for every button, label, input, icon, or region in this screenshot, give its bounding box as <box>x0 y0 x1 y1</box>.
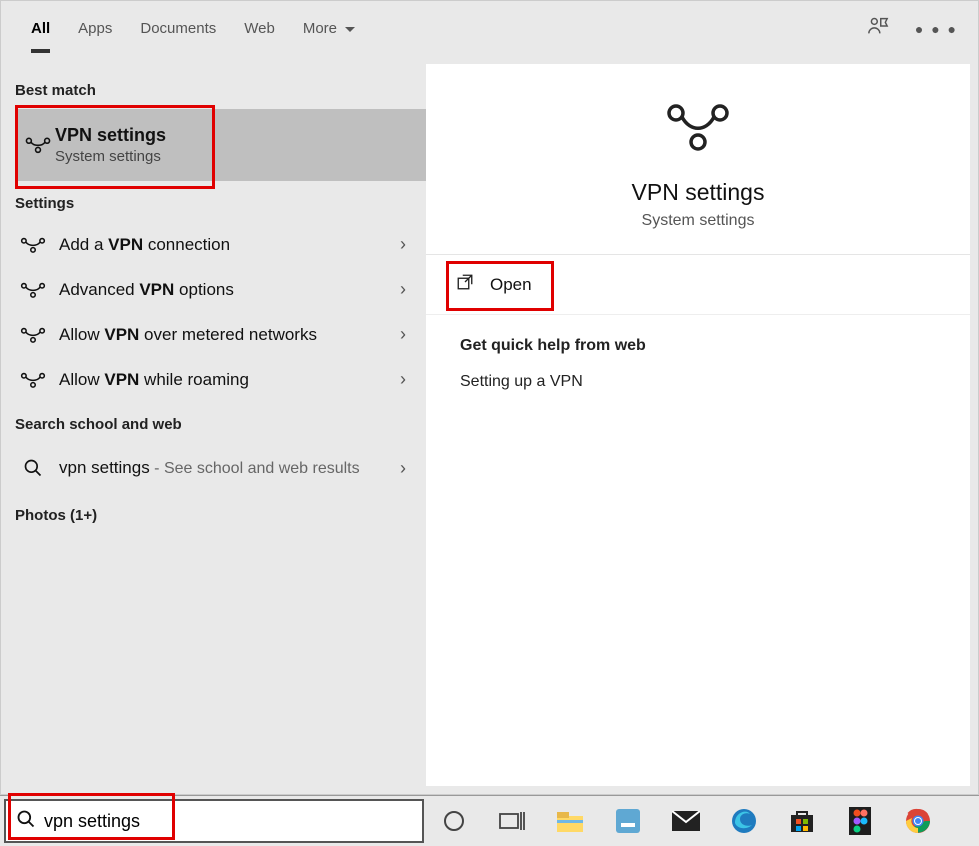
chevron-right-icon: › <box>400 369 406 390</box>
details-subtitle: System settings <box>642 212 755 230</box>
edge-icon[interactable] <box>730 807 758 835</box>
mail-icon[interactable] <box>672 807 700 835</box>
section-best-match: Best match <box>15 82 426 99</box>
vpn-icon <box>21 136 55 154</box>
results-column: Best match VPN settings System settings <box>1 56 426 794</box>
search-tabs: All Apps Documents Web More ● ● ● <box>1 1 978 56</box>
open-label: Open <box>490 275 532 295</box>
chevron-right-icon: › <box>400 458 406 479</box>
settings-item-vpn-metered[interactable]: Allow VPN over metered networks › <box>15 312 426 357</box>
tab-all[interactable]: All <box>17 14 64 43</box>
chrome-icon[interactable] <box>904 807 932 835</box>
more-options-icon[interactable]: ● ● ● <box>915 21 958 37</box>
open-icon <box>456 273 474 296</box>
web-result-item[interactable]: vpn settings - See school and web result… <box>15 443 426 493</box>
section-settings: Settings <box>15 195 426 212</box>
settings-item-add-vpn[interactable]: Add a VPN connection › <box>15 222 426 267</box>
search-input[interactable] <box>44 811 412 832</box>
best-match-result[interactable]: VPN settings System settings <box>15 109 426 181</box>
tab-apps[interactable]: Apps <box>64 14 126 43</box>
chevron-down-icon <box>345 20 355 37</box>
file-explorer-icon[interactable] <box>556 807 584 835</box>
store-icon[interactable] <box>788 807 816 835</box>
app-icon-blue[interactable] <box>614 807 642 835</box>
task-view-icon[interactable] <box>498 807 526 835</box>
chevron-right-icon: › <box>400 279 406 300</box>
vpn-icon-large <box>662 102 734 157</box>
best-match-subtitle: System settings <box>55 148 166 165</box>
section-photos[interactable]: Photos (1+) <box>15 507 426 524</box>
windows-search-panel: All Apps Documents Web More ● ● ● Best m… <box>0 0 979 795</box>
section-search-web: Search school and web <box>15 416 426 433</box>
chevron-right-icon: › <box>400 234 406 255</box>
settings-item-label: Advanced VPN options <box>59 280 234 300</box>
search-icon <box>16 809 36 834</box>
open-button[interactable]: Open <box>426 255 970 315</box>
feedback-icon[interactable] <box>867 15 889 42</box>
tab-more[interactable]: More <box>289 14 369 43</box>
chevron-right-icon: › <box>400 324 406 345</box>
help-link-setup-vpn[interactable]: Setting up a VPN <box>460 373 936 391</box>
vpn-icon <box>19 281 47 299</box>
search-icon <box>19 458 47 478</box>
cortana-icon[interactable] <box>440 807 468 835</box>
details-panel: VPN settings System settings Open Get qu… <box>426 64 970 786</box>
settings-item-label: Allow VPN over metered networks <box>59 325 317 345</box>
help-section-title: Get quick help from web <box>460 337 936 355</box>
best-match-title: VPN settings <box>55 125 166 146</box>
settings-item-advanced-vpn[interactable]: Advanced VPN options › <box>15 267 426 312</box>
vpn-icon <box>19 371 47 389</box>
settings-item-label: Allow VPN while roaming <box>59 370 249 390</box>
taskbar <box>0 795 979 846</box>
tab-more-label: More <box>303 20 337 37</box>
settings-item-label: Add a VPN connection <box>59 235 230 255</box>
tab-documents[interactable]: Documents <box>126 14 230 43</box>
settings-item-vpn-roaming[interactable]: Allow VPN while roaming › <box>15 357 426 402</box>
vpn-icon <box>19 236 47 254</box>
details-title: VPN settings <box>632 179 765 206</box>
vpn-icon <box>19 326 47 344</box>
figma-icon[interactable] <box>846 807 874 835</box>
taskbar-search-box[interactable] <box>4 799 424 843</box>
tab-web[interactable]: Web <box>230 14 289 43</box>
web-result-label: vpn settings - See school and web result… <box>59 455 360 481</box>
